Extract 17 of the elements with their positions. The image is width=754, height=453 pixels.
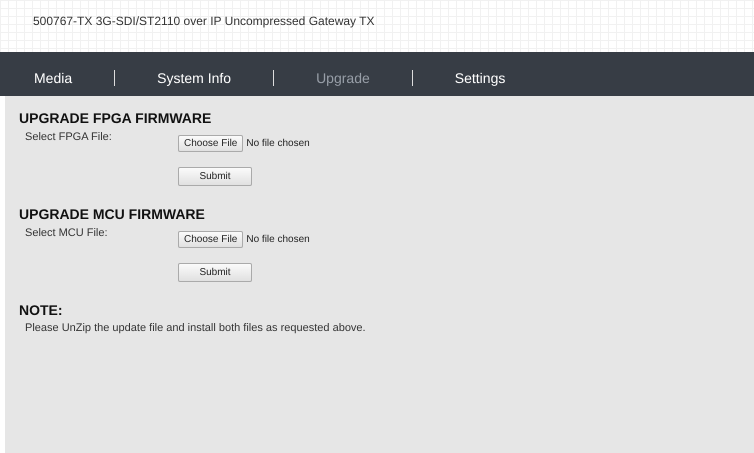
note-heading: NOTE: [19, 302, 64, 318]
field-label: Select FPGA File: [24, 130, 113, 145]
field-label: Select MCU File: [24, 226, 109, 241]
nav-tab[interactable]: Upgrade [302, 68, 384, 88]
nav-tab[interactable]: Media [20, 68, 86, 88]
note-text: Please UnZip the update file and install both files as requested above. [25, 322, 367, 334]
submit-button[interactable]: Submit [178, 263, 252, 282]
choose-file-button[interactable]: Choose File [178, 135, 244, 152]
choose-file-button[interactable]: Choose File [178, 231, 244, 248]
section-heading: UPGRADE FPGA FIRMWARE [19, 110, 212, 126]
submit-button[interactable]: Submit [178, 167, 252, 186]
file-status: No file chosen [246, 234, 310, 245]
section-heading: UPGRADE MCU FIRMWARE [19, 206, 206, 222]
file-status: No file chosen [246, 138, 310, 149]
device-title: 500767-TX 3G-SDI/ST2110 over IP Uncompressed Gateway TX [33, 14, 374, 28]
nav-tab[interactable]: Settings [440, 68, 520, 88]
nav-tab[interactable]: System Info [143, 68, 246, 88]
